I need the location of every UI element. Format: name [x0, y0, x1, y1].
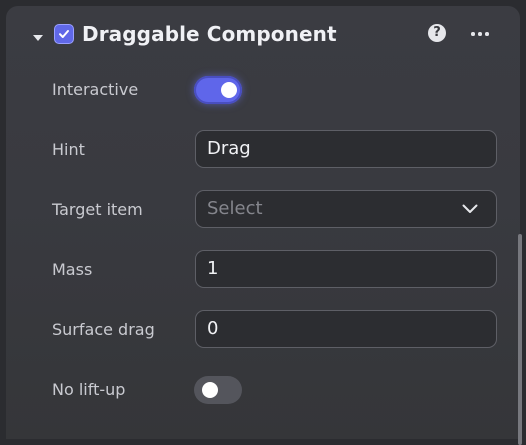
hint-input[interactable]: Drag	[195, 130, 497, 168]
target-item-placeholder: Select	[207, 198, 263, 219]
component-header[interactable]: Draggable Component ?	[6, 6, 520, 62]
surface-drag-label: Surface drag	[52, 320, 155, 339]
help-icon[interactable]: ?	[428, 24, 446, 42]
toggle-knob	[202, 382, 218, 398]
target-item-label: Target item	[52, 200, 143, 219]
interactive-label: Interactive	[52, 80, 139, 99]
no-lift-up-label: No lift-up	[52, 380, 126, 399]
component-panel: Draggable Component ? Interactive Hint D…	[6, 6, 522, 445]
component-title: Draggable Component	[82, 22, 337, 46]
hint-label: Hint	[52, 140, 85, 159]
toggle-knob	[221, 82, 237, 98]
mass-label: Mass	[52, 260, 93, 279]
more-options-icon[interactable]	[470, 26, 492, 40]
surface-drag-input[interactable]: 0	[195, 310, 497, 348]
scrollbar[interactable]	[518, 234, 522, 445]
chevron-down-icon	[462, 204, 478, 213]
checkmark-icon	[59, 30, 69, 38]
mass-input[interactable]: 1	[195, 250, 497, 288]
no-lift-up-toggle[interactable]	[194, 376, 242, 404]
target-item-select[interactable]: Select	[195, 190, 497, 228]
collapse-caret-icon[interactable]	[33, 35, 43, 41]
enabled-checkbox[interactable]	[54, 24, 74, 44]
interactive-toggle[interactable]	[194, 76, 242, 104]
